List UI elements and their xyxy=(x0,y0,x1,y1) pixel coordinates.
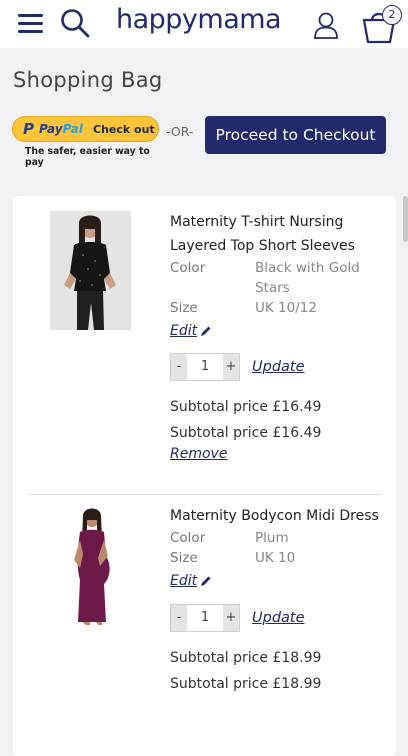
scrollbar[interactable] xyxy=(403,196,408,242)
cart-items-panel: Maternity T-shirt Nursing Layered Top Sh… xyxy=(13,196,396,756)
account-icon[interactable] xyxy=(312,10,340,40)
item-divider xyxy=(29,494,381,495)
edit-label: Edit xyxy=(170,323,198,339)
size-label: Size xyxy=(170,550,198,566)
color-row: Color Black with Gold Stars xyxy=(170,258,385,298)
product-image[interactable] xyxy=(50,506,131,625)
product-image[interactable] xyxy=(50,211,131,330)
remove-link[interactable]: Remove xyxy=(170,446,385,462)
paypal-pill[interactable]: P PayPal Check out xyxy=(12,116,159,142)
proceed-to-checkout-button[interactable]: Proceed to Checkout xyxy=(205,116,386,154)
pencil-icon xyxy=(201,576,211,586)
item-details: Maternity T-shirt Nursing Layered Top Sh… xyxy=(170,210,385,462)
quantity-decrease-button[interactable]: - xyxy=(171,354,187,380)
subtotal-price: Subtotal price £16.49 xyxy=(170,425,322,441)
paypal-checkout-button[interactable]: P PayPal Check out The safer, easier way… xyxy=(12,116,160,168)
quantity-increase-button[interactable]: + xyxy=(223,605,239,631)
paypal-logo-icon: P xyxy=(23,120,34,138)
color-label: Color xyxy=(170,530,206,546)
search-icon[interactable] xyxy=(60,8,90,38)
quantity-row: - + Update xyxy=(170,604,385,632)
color-label: Color xyxy=(170,260,206,276)
bag-count-badge: 2 xyxy=(382,5,402,25)
menu-icon[interactable] xyxy=(18,12,44,34)
item-details: Maternity Bodycon Midi Dress Color Plum … xyxy=(170,504,385,697)
or-separator: -OR- xyxy=(166,124,194,139)
quantity-decrease-button[interactable]: - xyxy=(171,605,187,631)
quantity-input[interactable] xyxy=(187,605,223,631)
product-name[interactable]: Maternity Bodycon Midi Dress xyxy=(170,504,385,528)
edit-link[interactable]: Edit xyxy=(170,323,212,339)
subtotal-price: Subtotal price £18.99 xyxy=(170,650,322,666)
quantity-stepper: - + xyxy=(170,353,240,381)
color-row: Color Plum xyxy=(170,528,385,548)
site-logo[interactable]: happymama xyxy=(116,4,282,35)
site-header: happymama 2 xyxy=(0,0,408,48)
color-value: Black with Gold Stars xyxy=(255,260,360,296)
page-title: Shopping Bag xyxy=(13,68,163,92)
paypal-word-pay: Pay xyxy=(39,122,63,136)
product-name[interactable]: Maternity T-shirt Nursing Layered Top Sh… xyxy=(170,210,385,258)
paypal-wordmark: PayPal xyxy=(39,122,83,136)
update-link[interactable]: Update xyxy=(252,359,305,375)
paypal-word-pal: Pal xyxy=(62,122,83,136)
edit-label: Edit xyxy=(170,573,198,589)
size-row: Size UK 10 xyxy=(170,548,385,568)
edit-link[interactable]: Edit xyxy=(170,573,212,589)
size-value: UK 10/12 xyxy=(255,300,317,316)
quantity-input[interactable] xyxy=(187,354,223,380)
pencil-icon xyxy=(201,326,211,336)
paypal-checkout-label: Check out xyxy=(93,123,155,136)
quantity-increase-button[interactable]: + xyxy=(223,354,239,380)
size-row: Size UK 10/12 xyxy=(170,298,385,318)
size-value: UK 10 xyxy=(255,550,296,566)
update-link[interactable]: Update xyxy=(252,610,305,626)
subtotal-price: Subtotal price £18.99 xyxy=(170,676,322,692)
quantity-stepper: - + xyxy=(170,604,240,632)
subtotal-price: Subtotal price £16.49 xyxy=(170,399,322,415)
paypal-tagline: The safer, easier way to pay xyxy=(25,146,150,168)
quantity-row: - + Update xyxy=(170,353,385,381)
size-label: Size xyxy=(170,300,198,316)
color-value: Plum xyxy=(255,530,289,546)
